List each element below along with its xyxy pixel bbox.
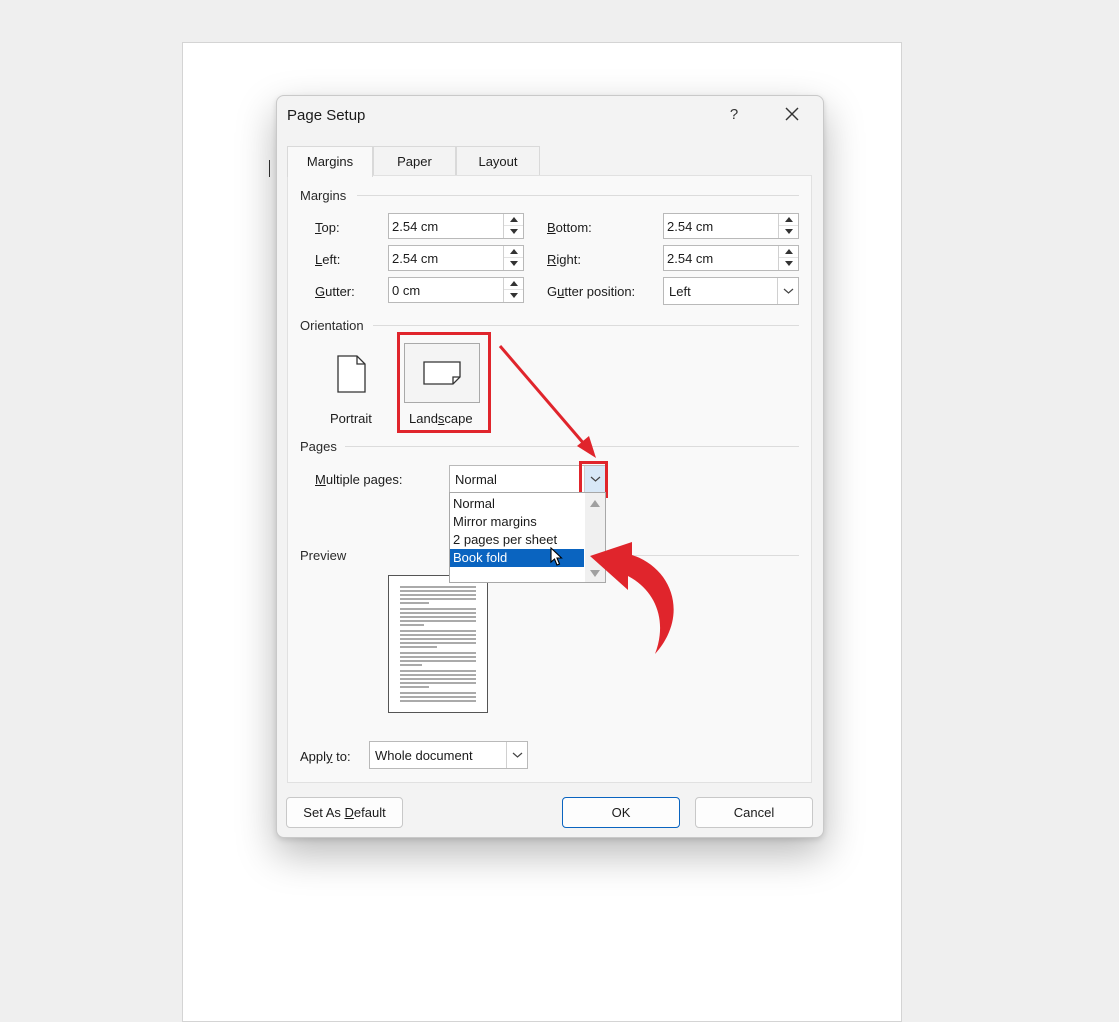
up-arrow-icon	[510, 249, 518, 254]
preview-section-label: Preview	[300, 548, 347, 563]
top-label: Top:	[315, 220, 340, 235]
up-arrow-icon	[785, 217, 793, 222]
multiple-pages-label: Multiple pages:	[315, 472, 403, 487]
dialog-title: Page Setup	[287, 107, 366, 124]
spin-up-button[interactable]	[504, 278, 523, 290]
gutter-spinner[interactable]: 0 cm	[388, 277, 524, 303]
dropdown-button[interactable]	[506, 742, 527, 768]
help-button[interactable]: ?	[723, 103, 745, 127]
gutter-position-label: Gutter position:	[547, 284, 636, 299]
top-margin-spinner[interactable]: 2.54 cm	[388, 213, 524, 239]
spin-down-button[interactable]	[779, 258, 798, 270]
down-arrow-icon	[510, 293, 518, 298]
dropdown-option-normal[interactable]: Normal	[450, 495, 584, 513]
right-margin-value: 2.54 cm	[667, 251, 714, 266]
spin-down-button[interactable]	[504, 290, 523, 302]
orientation-section-label: Orientation	[300, 318, 364, 333]
tab-layout[interactable]: Layout	[456, 146, 540, 176]
spin-up-button[interactable]	[504, 214, 523, 226]
cancel-button[interactable]: Cancel	[695, 797, 813, 828]
top-margin-value: 2.54 cm	[392, 219, 439, 234]
down-arrow-icon	[510, 229, 518, 234]
apply-to-label: Apply to:	[300, 749, 351, 764]
chevron-down-icon	[783, 288, 794, 294]
text-cursor	[269, 160, 270, 177]
spin-down-button[interactable]	[504, 258, 523, 270]
spin-up-button[interactable]	[779, 246, 798, 258]
dropdown-button[interactable]	[777, 278, 798, 304]
tab-paper[interactable]: Paper	[373, 146, 456, 176]
preview-text-lines	[400, 586, 476, 702]
up-arrow-icon	[510, 281, 518, 286]
gutter-position-select[interactable]: Left	[663, 277, 799, 305]
margins-section-label: Margins	[300, 188, 347, 203]
divider	[345, 446, 799, 447]
tab-margins[interactable]: Margins	[287, 146, 373, 177]
set-as-default-button[interactable]: Set As Default	[286, 797, 403, 828]
spin-up-button[interactable]	[779, 214, 798, 226]
bottom-label: Bottom:	[547, 220, 592, 235]
apply-to-value: Whole document	[375, 748, 473, 763]
up-arrow-icon	[510, 217, 518, 222]
pages-section-label: Pages	[300, 439, 337, 454]
down-arrow-icon	[510, 261, 518, 266]
close-icon	[785, 107, 799, 121]
portrait-label: Portrait	[330, 411, 372, 426]
right-label: Right:	[547, 252, 581, 267]
close-button[interactable]	[777, 103, 807, 127]
divider	[606, 555, 799, 556]
apply-to-select[interactable]: Whole document	[369, 741, 528, 769]
divider	[373, 325, 799, 326]
multiple-pages-value: Normal	[455, 472, 497, 487]
preview-page-thumbnail	[388, 575, 488, 713]
right-margin-spinner[interactable]: 2.54 cm	[663, 245, 799, 271]
ok-button[interactable]: OK	[562, 797, 680, 828]
dropdown-scrollbar[interactable]	[585, 493, 605, 582]
left-margin-value: 2.54 cm	[392, 251, 439, 266]
down-arrow-icon	[785, 229, 793, 234]
bottom-margin-value: 2.54 cm	[667, 219, 714, 234]
left-label: Left:	[315, 252, 341, 267]
multiple-pages-dropdown-list: Normal Mirror margins 2 pages per sheet …	[449, 492, 606, 583]
left-margin-spinner[interactable]: 2.54 cm	[388, 245, 524, 271]
up-arrow-icon	[785, 249, 793, 254]
portrait-option[interactable]	[314, 344, 390, 404]
portrait-page-icon	[337, 355, 366, 393]
bottom-margin-spinner[interactable]: 2.54 cm	[663, 213, 799, 239]
divider	[357, 195, 799, 196]
dropdown-option-mirror-margins[interactable]: Mirror margins	[450, 513, 584, 531]
mouse-cursor-icon	[550, 547, 563, 566]
scroll-up-icon	[590, 500, 600, 577]
down-arrow-icon	[785, 261, 793, 266]
spin-down-button[interactable]	[504, 226, 523, 238]
gutter-position-value: Left	[669, 284, 691, 299]
landscape-highlight-box	[397, 332, 491, 433]
gutter-label: Gutter:	[315, 284, 355, 299]
chevron-down-icon	[512, 752, 523, 758]
spin-down-button[interactable]	[779, 226, 798, 238]
gutter-value: 0 cm	[392, 283, 421, 298]
spin-up-button[interactable]	[504, 246, 523, 258]
